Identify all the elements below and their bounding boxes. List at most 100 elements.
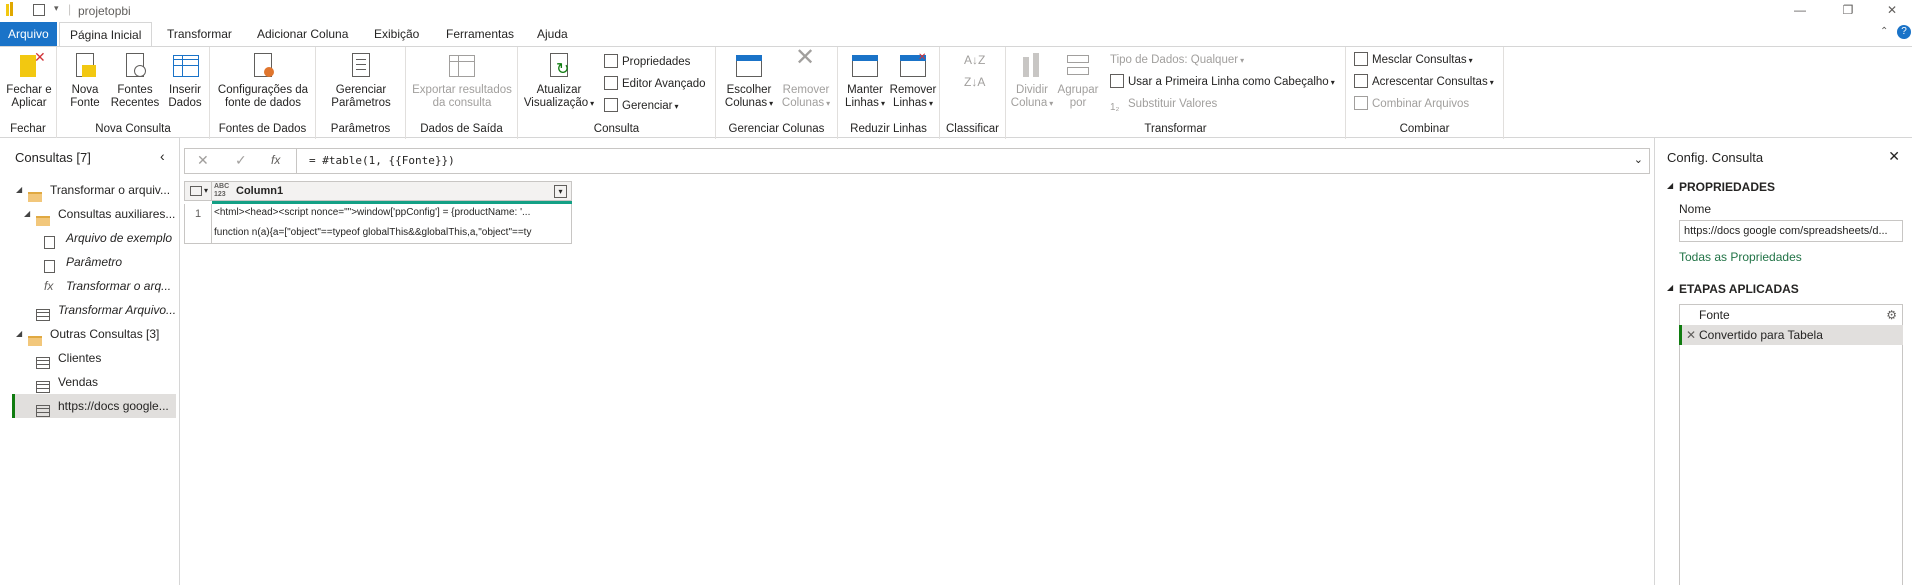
fx-icon[interactable]: fx <box>271 153 280 167</box>
close-button[interactable]: ✕ <box>1872 0 1912 22</box>
tipo-dados-label: Tipo de Dados: Qualquer <box>1110 54 1239 66</box>
collapse-section-icon[interactable]: ◢ <box>1667 181 1673 190</box>
inserir-dados-button[interactable]: Inserir Dados <box>165 51 205 110</box>
tab-adicionar-coluna[interactable]: Adicionar Coluna <box>247 22 358 46</box>
manter-linhas-label: Manter Linhas <box>845 84 883 109</box>
enter-data-icon <box>170 51 200 81</box>
group-consulta-label: Consulta <box>593 123 640 135</box>
fontes-recentes-button[interactable]: Fontes Recentes <box>109 51 161 110</box>
table-icon <box>36 375 50 394</box>
gear-icon[interactable]: ⚙ <box>1886 305 1897 325</box>
group-gerenciar-colunas-label: Gerenciar Colunas <box>728 123 825 135</box>
acrescentar-consultas-button[interactable]: Acrescentar Consultas ▾ <box>1354 73 1494 91</box>
fechar-aplicar-label: Fechar e Aplicar <box>6 84 52 109</box>
collapse-ribbon-icon[interactable]: ⌃ <box>1880 26 1888 37</box>
restore-button[interactable]: ❐ <box>1828 0 1868 22</box>
tree-label: Vendas <box>58 375 99 389</box>
document-icon <box>44 231 55 250</box>
recent-sources-icon <box>120 51 150 81</box>
expand-triangle-icon[interactable]: ◢ <box>16 322 22 346</box>
delete-step-icon[interactable]: ✕ <box>1686 325 1696 345</box>
save-icon[interactable] <box>33 4 45 16</box>
column-header[interactable]: ABC 123 Column1 ▾ <box>212 181 572 201</box>
group-dados-saida-label: Dados de Saída <box>420 123 503 135</box>
gerenciar-consulta-label: Gerenciar <box>622 100 673 112</box>
sort-ascending-icon[interactable]: A↓Z <box>964 53 985 67</box>
primeira-linha-label: Usar a Primeira Linha como Cabeçalho <box>1128 76 1329 88</box>
collapse-pane-icon[interactable]: ‹ <box>160 148 165 164</box>
remover-colunas-button[interactable]: ✕ Remover Colunas ▾ <box>778 46 834 110</box>
query-settings-pane: Config. Consulta ✕ ◢ PROPRIEDADES Nome h… <box>1654 138 1912 585</box>
gerenciar-consulta-button[interactable]: Gerenciar ▾ <box>604 97 679 115</box>
mesclar-consultas-label: Mesclar Consultas <box>1372 54 1467 66</box>
tab-pagina-inicial[interactable]: Página Inicial <box>59 22 153 47</box>
dividir-coluna-button[interactable]: Dividir Coluna ▾ <box>1010 51 1054 110</box>
nome-input[interactable]: https://docs google com/spreadsheets/d..… <box>1679 220 1903 242</box>
document-icon <box>44 255 55 274</box>
help-icon[interactable]: ? <box>1897 25 1911 39</box>
expand-triangle-icon[interactable]: ◢ <box>24 202 30 226</box>
tree-item-parametro[interactable]: Parâmetro <box>0 250 178 274</box>
atualizar-visualizacao-label: Atualizar Visualização <box>523 84 589 109</box>
title-divider: | <box>68 2 72 16</box>
substituir-valores-button[interactable]: 1₂ Substituir Valores <box>1110 95 1217 113</box>
any-type-icon[interactable]: ABC 123 <box>214 183 229 199</box>
table-cell[interactable]: <html><head><script nonce="">window['ppC… <box>212 204 572 244</box>
table-menu-icon[interactable]: ▾ <box>184 181 212 201</box>
propriedades-button[interactable]: Propriedades <box>604 53 690 71</box>
manter-linhas-button[interactable]: Manter Linhas ▾ <box>842 51 888 110</box>
group-transformar: Dividir Coluna ▾ Agrupar por Tipo de Dado… <box>1006 47 1346 139</box>
atualizar-visualizacao-button[interactable]: ↻ Atualizar Visualização ▾ <box>522 51 596 110</box>
config-fonte-label: Configurações da fonte de dados <box>217 84 309 109</box>
tree-folder-auxiliares[interactable]: ◢ Consultas auxiliares... <box>0 202 178 226</box>
tree-label: Arquivo de exemplo <box>66 231 173 245</box>
gerenciar-parametros-button[interactable]: Gerenciar Parâmetros <box>322 51 400 110</box>
table-icon <box>36 351 50 370</box>
cancel-icon[interactable]: ✕ <box>197 152 209 169</box>
step-fonte[interactable]: Fonte ⚙ <box>1679 305 1903 325</box>
mesclar-consultas-button[interactable]: Mesclar Consultas ▾ <box>1354 51 1473 69</box>
tree-item-docs-google[interactable]: https://docs google... <box>12 394 176 418</box>
tree-item-clientes[interactable]: Clientes <box>0 346 178 370</box>
collapse-section-icon[interactable]: ◢ <box>1667 283 1673 292</box>
fechar-aplicar-button[interactable]: ✕ Fechar e Aplicar <box>4 50 54 110</box>
config-fonte-button[interactable]: Configurações da fonte de dados <box>214 51 312 110</box>
remover-linhas-button[interactable]: ✕ Remover Linhas ▾ <box>888 51 938 110</box>
tree-folder-outras[interactable]: ◢ Outras Consultas [3] <box>0 322 178 346</box>
escolher-colunas-button[interactable]: Escolher Colunas ▾ <box>722 51 776 110</box>
title-bar: ▾ | projetopbi — ❐ ✕ <box>0 0 1912 22</box>
tab-arquivo[interactable]: Arquivo <box>0 22 57 46</box>
tree-item-transformar-arquivo[interactable]: Transformar Arquivo... <box>0 298 178 322</box>
close-pane-icon[interactable]: ✕ <box>1888 148 1900 165</box>
step-convertido[interactable]: ✕ Convertido para Tabela <box>1679 325 1903 345</box>
formula-input[interactable]: = #table(1, {{Fonte}}) <box>309 154 455 167</box>
settings-pane-title: Config. Consulta <box>1667 150 1764 165</box>
group-fechar-label: Fechar <box>10 123 46 135</box>
nova-fonte-button[interactable]: Nova Fonte <box>65 51 105 110</box>
exportar-resultados-button[interactable]: Exportar resultados da consulta <box>410 51 514 110</box>
tab-ferramentas[interactable]: Ferramentas <box>436 22 524 46</box>
expand-formula-icon[interactable]: ⌄ <box>1634 153 1643 166</box>
tab-ajuda[interactable]: Ajuda <box>527 22 578 46</box>
todas-propriedades-link[interactable]: Todas as Propriedades <box>1679 250 1802 264</box>
minimize-button[interactable]: — <box>1780 0 1820 22</box>
tree-folder-transformar[interactable]: ◢ Transformar o arquiv... <box>0 178 178 202</box>
tree-item-arquivo-exemplo[interactable]: Arquivo de exemplo <box>0 226 178 250</box>
group-reduzir-linhas: Manter Linhas ▾ ✕ Remover Linhas ▾ Reduzir… <box>838 47 940 139</box>
tab-exibicao[interactable]: Exibição <box>364 22 429 46</box>
expand-triangle-icon[interactable]: ◢ <box>16 178 22 202</box>
primeira-linha-cabecalho-button[interactable]: Usar a Primeira Linha como Cabeçalho ▾ <box>1110 73 1335 91</box>
quick-access-dropdown-icon[interactable]: ▾ <box>54 3 59 14</box>
tree-label: Transformar o arq... <box>66 279 172 293</box>
new-source-icon <box>70 51 100 81</box>
combinar-arquivos-button[interactable]: Combinar Arquivos <box>1354 95 1469 113</box>
editor-avancado-button[interactable]: Editor Avançado <box>604 75 706 93</box>
agrupar-por-button[interactable]: Agrupar por <box>1056 51 1100 110</box>
tipo-dados-dropdown[interactable]: Tipo de Dados: Qualquer ▾ <box>1110 51 1244 69</box>
column-filter-icon[interactable]: ▾ <box>554 185 567 198</box>
confirm-icon[interactable]: ✓ <box>235 152 247 169</box>
sort-descending-icon[interactable]: Z↓A <box>964 75 985 89</box>
tree-item-transformar-funcao[interactable]: fx Transformar o arq... <box>0 274 178 298</box>
tab-transformar[interactable]: Transformar <box>157 22 242 46</box>
tree-item-vendas[interactable]: Vendas <box>0 370 178 394</box>
